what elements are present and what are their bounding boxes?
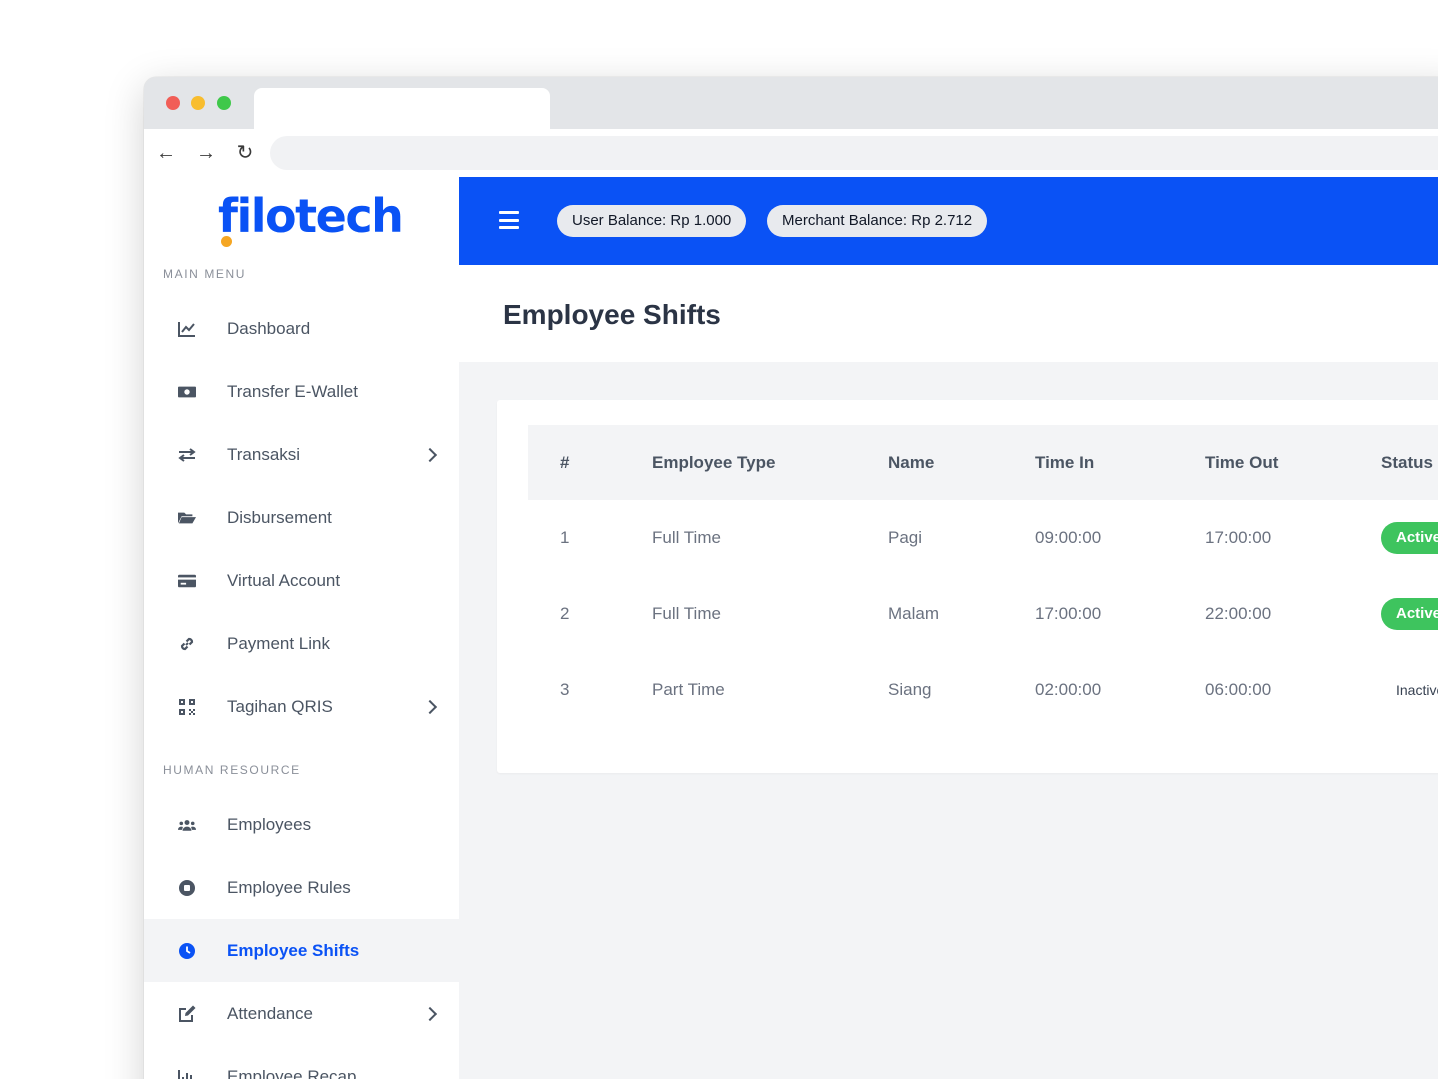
sidebar-item-employee-recap[interactable]: Employee Recap (144, 1045, 459, 1079)
cell-time-out: 22:00:00 (1205, 604, 1272, 623)
money-bill-icon (178, 383, 196, 401)
sidebar-item-label: Transfer E-Wallet (227, 381, 358, 401)
status-badge: Active (1381, 522, 1438, 554)
chevron-right-icon (422, 1006, 438, 1021)
user-balance-badge: User Balance: Rp 1.000 (557, 205, 747, 237)
reload-icon[interactable]: ↻ (233, 141, 257, 165)
chevron-right-icon (422, 447, 438, 462)
cell-number: 2 (560, 604, 570, 623)
sidebar-item-label: Payment Link (227, 633, 330, 653)
sidebar-item-label: Employee Shifts (227, 940, 360, 960)
filotech-logo[interactable]: filotech (218, 189, 404, 247)
column-header-time-in: Time In (1035, 453, 1095, 472)
qrcode-icon (178, 698, 196, 716)
cell-number: 1 (560, 528, 570, 547)
sidebar-item-label: Attendance (227, 1003, 314, 1023)
maximize-window-button[interactable] (217, 96, 231, 110)
table-header: # Employee Type Name Time In Time Out St… (528, 425, 1438, 500)
cell-time-out: 17:00:00 (1205, 528, 1272, 547)
forward-arrow-icon[interactable]: → (194, 141, 218, 165)
column-header-employee-type: Employee Type (652, 453, 776, 472)
table-row[interactable]: 3 Part Time Siang 02:00:00 06:00:00 Inac… (528, 652, 1438, 728)
sidebar-item-virtual-account[interactable]: Virtual Account (144, 549, 459, 612)
back-arrow-icon[interactable]: ← (154, 141, 178, 165)
minimize-window-button[interactable] (191, 96, 205, 110)
column-header-name: Name (888, 453, 935, 472)
cell-employee-type: Full Time (652, 528, 721, 547)
close-window-button[interactable] (166, 96, 180, 110)
sidebar-item-label: Transaksi (227, 444, 301, 464)
sidebar-item-label: Employees (227, 814, 312, 834)
cell-time-in: 17:00:00 (1035, 604, 1102, 623)
hamburger-menu-icon[interactable] (499, 211, 519, 229)
chart-line-icon (178, 320, 196, 338)
bar-chart-icon (178, 1068, 196, 1079)
cell-name: Malam (888, 604, 940, 623)
column-header-time-out: Time Out (1205, 453, 1279, 472)
cell-employee-type: Full Time (652, 604, 721, 623)
browser-window: ← → ↻ filotech MAIN MENU Dashboard Trans… (144, 77, 1438, 1079)
sidebar-item-payment-link[interactable]: Payment Link (144, 612, 459, 675)
cell-time-in: 09:00:00 (1035, 528, 1102, 547)
sidebar-item-label: Disbursement (227, 507, 332, 527)
cell-employee-type: Part Time (652, 680, 725, 699)
browser-titlebar (144, 77, 1438, 130)
section-title-human-resource: HUMAN RESOURCE (163, 763, 301, 777)
column-header-number: # (560, 453, 570, 472)
sidebar-item-disbursement[interactable]: Disbursement (144, 486, 459, 549)
shifts-table-card: # Employee Type Name Time In Time Out St… (497, 400, 1438, 773)
sidebar-item-employee-rules[interactable]: Employee Rules (144, 856, 459, 919)
sidebar-item-tagihan-qris[interactable]: Tagihan QRIS (144, 675, 459, 738)
users-icon (178, 816, 196, 834)
circle-stop-icon (178, 879, 196, 897)
sidebar-item-label: Dashboard (227, 318, 311, 338)
exchange-arrows-icon (178, 446, 196, 464)
sidebar-item-label: Employee Rules (227, 877, 351, 897)
merchant-balance-badge: Merchant Balance: Rp 2.712 (767, 205, 988, 237)
sidebar-item-label: Tagihan QRIS (227, 696, 333, 716)
sidebar: filotech MAIN MENU Dashboard Transfer E-… (144, 177, 459, 1079)
browser-tab[interactable] (254, 88, 550, 130)
edit-icon (178, 1005, 196, 1023)
sidebar-item-transaksi[interactable]: Transaksi (144, 423, 459, 486)
sidebar-item-employee-shifts[interactable]: Employee Shifts (144, 919, 459, 982)
cell-time-out: 06:00:00 (1205, 680, 1272, 699)
credit-card-icon (178, 572, 196, 590)
sidebar-item-transfer-e-wallet[interactable]: Transfer E-Wallet (144, 360, 459, 423)
clock-icon (178, 942, 196, 960)
sidebar-item-label: Virtual Account (227, 570, 341, 590)
sidebar-item-attendance[interactable]: Attendance (144, 982, 459, 1045)
top-navbar: User Balance: Rp 1.000 Merchant Balance:… (459, 177, 1438, 265)
chevron-right-icon (422, 699, 438, 714)
browser-toolbar: ← → ↻ (144, 129, 1438, 177)
status-badge: Active (1381, 598, 1438, 630)
folder-open-icon (178, 509, 196, 527)
sidebar-item-label: Employee Recap (227, 1066, 357, 1079)
link-icon (178, 635, 196, 653)
cell-time-in: 02:00:00 (1035, 680, 1102, 699)
cell-name: Siang (888, 680, 932, 699)
section-title-main-menu: MAIN MENU (163, 267, 247, 281)
cell-name: Pagi (888, 528, 923, 547)
column-header-status: Status (1381, 453, 1433, 472)
table-row[interactable]: 2 Full Time Malam 17:00:00 22:00:00 Acti… (528, 576, 1438, 652)
status-badge: Inactive (1396, 682, 1438, 698)
table-row[interactable]: 1 Full Time Pagi 09:00:00 17:00:00 Activ… (528, 500, 1438, 576)
page-header: Employee Shifts (459, 265, 1438, 362)
cell-number: 3 (560, 680, 570, 699)
sidebar-item-dashboard[interactable]: Dashboard (144, 297, 459, 360)
address-bar[interactable] (270, 136, 1438, 170)
sidebar-item-employees[interactable]: Employees (144, 793, 459, 856)
logo-accent-dot (221, 236, 232, 247)
page-title: Employee Shifts (503, 299, 721, 330)
